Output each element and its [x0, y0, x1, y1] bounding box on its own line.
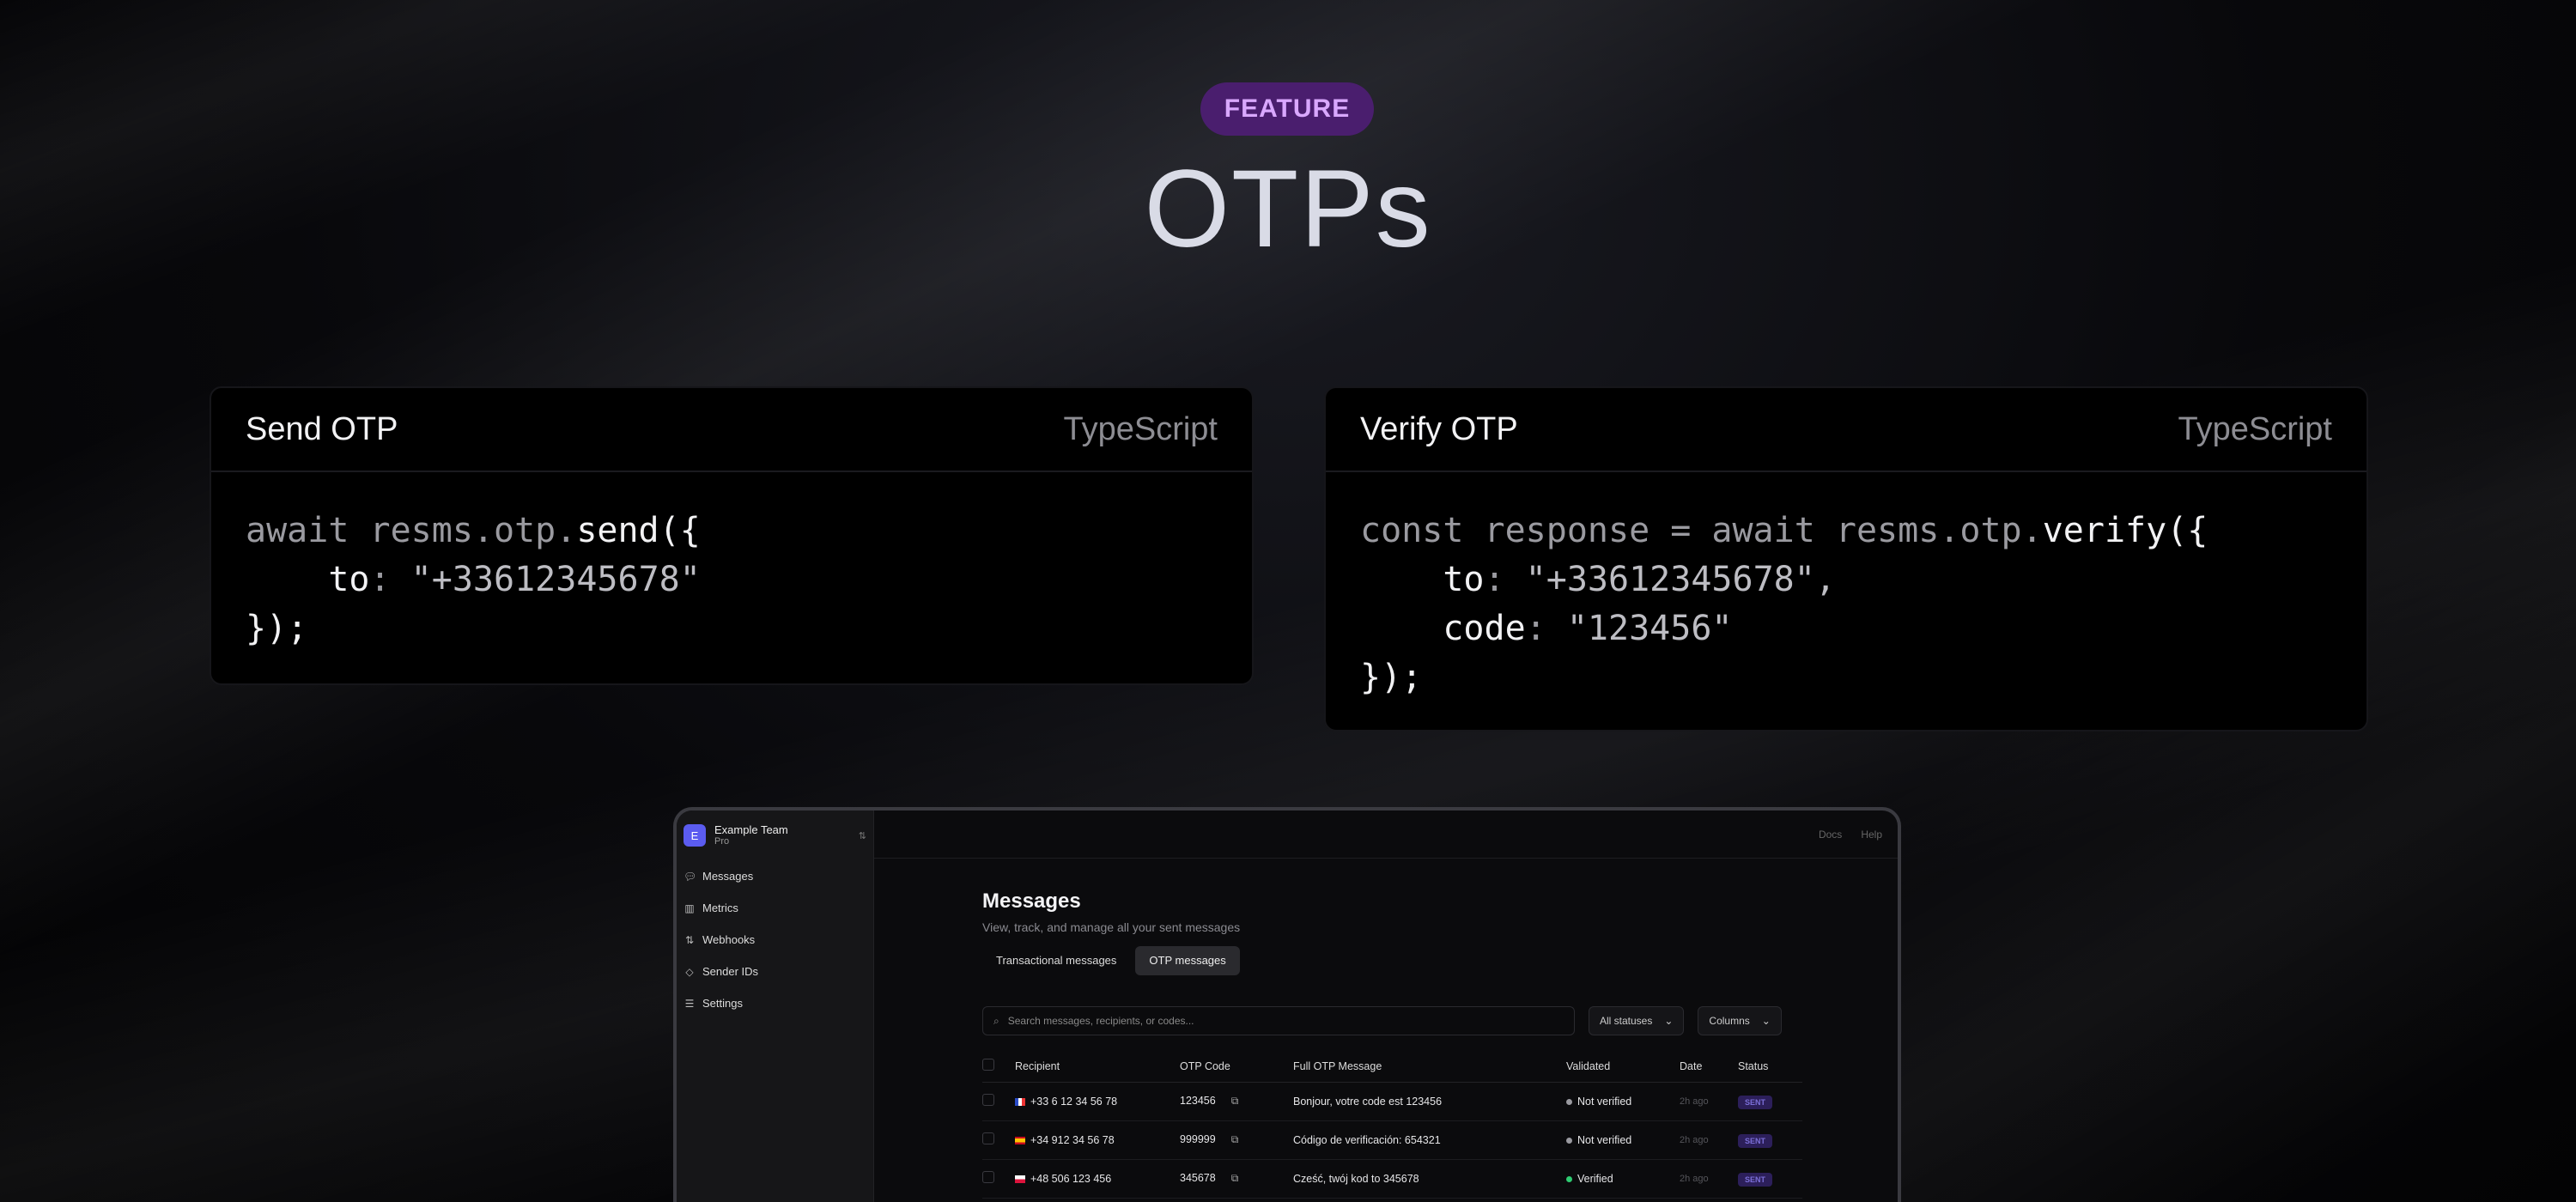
copy-icon[interactable]: ⧉: [1231, 1172, 1239, 1184]
tab-otp[interactable]: OTP messages: [1135, 946, 1240, 975]
docs-link[interactable]: Docs: [1819, 829, 1842, 841]
sidebar-item-messages[interactable]: 💬︎ Messages: [677, 860, 873, 892]
select-all-checkbox[interactable]: [982, 1059, 994, 1071]
messages-page: Messages View, track, and manage all you…: [982, 859, 1807, 1199]
chevron-down-icon: ⌄: [1664, 1015, 1674, 1027]
tab-transactional[interactable]: Transactional messages: [982, 946, 1130, 975]
team-plan: Pro: [714, 836, 730, 847]
messages-subtitle: View, track, and manage all your sent me…: [982, 920, 1241, 934]
page-title: OTPs: [1144, 148, 1432, 270]
team-avatar: E: [683, 824, 706, 847]
language-label: TypeScript: [2178, 410, 2332, 447]
table-row[interactable]: +33 6 12 34 56 78 123456 ⧉ Bonjour, votre…: [982, 1082, 1802, 1121]
col-message[interactable]: Full OTP Message: [1293, 1051, 1566, 1083]
team-name: Example Team: [714, 823, 788, 836]
table-row[interactable]: +34 912 34 56 78 999999 ⧉ Código de verif…: [982, 1120, 1802, 1160]
app-screenshot-frame: E Example Team Pro ⇅ 💬︎ Messages ▥ Metri…: [673, 807, 1901, 1202]
tag-icon: ◇: [685, 965, 694, 978]
bar-chart-icon: ▥: [684, 902, 695, 914]
columns-button[interactable]: Columns ⌄: [1698, 1006, 1782, 1035]
status-dot: [1566, 1137, 1572, 1144]
code-block: const response = await resms.otp.verify(…: [1360, 511, 2208, 697]
col-date[interactable]: Date: [1680, 1051, 1738, 1083]
sidebar-item-sender-ids[interactable]: ◇ Sender IDs: [677, 956, 873, 987]
search-input[interactable]: ⌕ Search messages, recipients, or codes.…: [982, 1006, 1575, 1035]
col-otp-code[interactable]: OTP Code: [1180, 1051, 1293, 1083]
status-badge: SENT: [1738, 1095, 1773, 1109]
col-recipient[interactable]: Recipient: [1015, 1051, 1180, 1083]
webhook-icon: ⇅: [684, 933, 695, 946]
status-dot: [1566, 1175, 1572, 1182]
status-badge: SENT: [1738, 1133, 1773, 1148]
sidebar-item-webhooks[interactable]: ⇅ Webhooks: [677, 924, 873, 956]
chevron-updown-icon: ⇅: [858, 830, 866, 841]
filters-bar: ⌕ Search messages, recipients, or codes.…: [982, 1006, 1807, 1035]
row-checkbox[interactable]: [982, 1094, 994, 1106]
card-title: Send OTP: [246, 410, 398, 447]
copy-icon[interactable]: ⧉: [1231, 1133, 1239, 1145]
feature-badge: FEATURE: [1200, 82, 1374, 136]
status-filter-dropdown[interactable]: All statuses ⌄: [1589, 1006, 1685, 1035]
language-label: TypeScript: [1063, 410, 1218, 447]
card-title: Verify OTP: [1360, 410, 1518, 447]
table-row[interactable]: +48 506 123 456 345678 ⧉ Cześć, twój kod …: [982, 1159, 1802, 1199]
chat-icon: 💬︎: [683, 870, 697, 883]
chevron-down-icon: ⌄: [1761, 1015, 1771, 1027]
flag-pl-icon: [1015, 1175, 1025, 1183]
otp-messages-table: Recipient OTP Code Full OTP Message Vali…: [982, 1051, 1802, 1199]
code-block: await resms.otp.send({ to: "+33612345678…: [246, 511, 701, 648]
row-checkbox[interactable]: [982, 1171, 994, 1183]
status-badge: SENT: [1738, 1172, 1773, 1187]
help-link[interactable]: Help: [1861, 829, 1882, 841]
search-icon: ⌕: [993, 1014, 999, 1027]
message-tabs: Transactional messages OTP messages: [982, 946, 1807, 975]
send-otp-code-card: Send OTP TypeScript await resms.otp.send…: [210, 386, 1254, 685]
sidebar: E Example Team Pro ⇅ 💬︎ Messages ▥ Metri…: [677, 810, 874, 1202]
col-status[interactable]: Status: [1738, 1051, 1802, 1083]
topbar: Docs Help: [874, 810, 1898, 859]
flag-es-icon: [1015, 1136, 1025, 1144]
sidebar-item-settings[interactable]: ☰ Settings: [677, 987, 873, 1019]
row-checkbox[interactable]: [982, 1132, 994, 1144]
sliders-icon: ☰: [684, 997, 695, 1010]
team-switcher[interactable]: E Example Team Pro ⇅: [677, 810, 873, 860]
sidebar-item-metrics[interactable]: ▥ Metrics: [677, 892, 873, 924]
flag-fr-icon: [1015, 1097, 1025, 1106]
col-validated[interactable]: Validated: [1566, 1051, 1680, 1083]
messages-title: Messages: [982, 889, 1081, 913]
copy-icon[interactable]: ⧉: [1231, 1095, 1239, 1107]
status-dot: [1566, 1098, 1572, 1105]
verify-otp-code-card: Verify OTP TypeScript const response = a…: [1324, 386, 2368, 732]
search-placeholder: Search messages, recipients, or codes...: [1007, 1015, 1194, 1027]
